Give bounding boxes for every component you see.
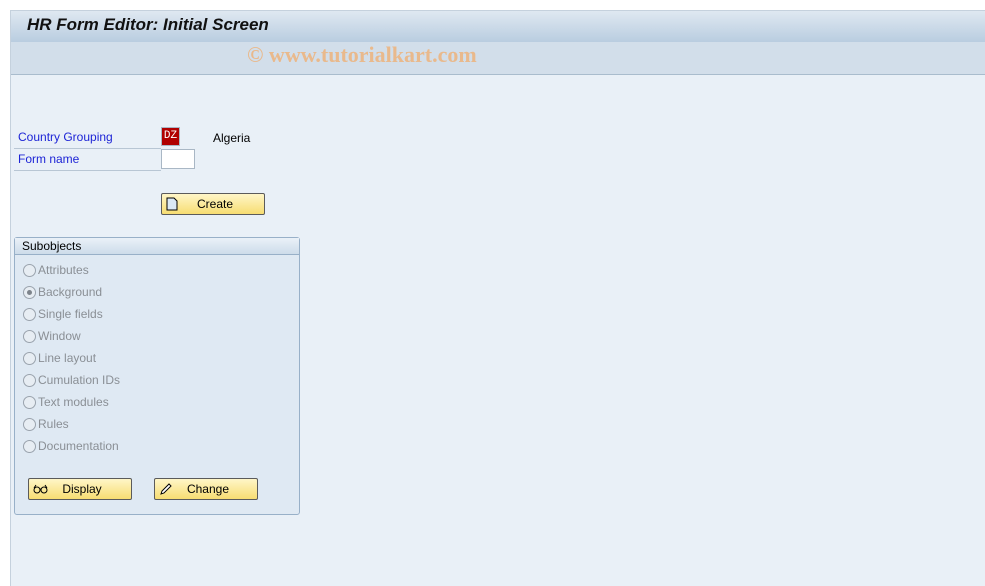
radio-circle[interactable] <box>23 417 36 431</box>
subobjects-group: Subobjects Attributes Background Single fi… <box>14 237 300 515</box>
create-button[interactable]: Create <box>161 193 265 215</box>
radio-circle[interactable] <box>23 329 36 343</box>
radio-line-layout[interactable]: Line layout <box>23 351 96 365</box>
create-button-label: Create <box>196 197 234 211</box>
radio-label: Single fields <box>38 307 103 321</box>
radio-circle[interactable] <box>23 439 36 453</box>
form-name-input[interactable] <box>161 149 195 169</box>
radio-text-modules[interactable]: Text modules <box>23 395 109 409</box>
radio-label: Attributes <box>38 263 89 277</box>
radio-rules[interactable]: Rules <box>23 417 69 431</box>
display-button[interactable]: Display <box>28 478 132 500</box>
main-window: HR Form Editor: Initial Screen © www.tut… <box>10 10 985 586</box>
radio-attributes[interactable]: Attributes <box>23 263 89 277</box>
title-bar: HR Form Editor: Initial Screen <box>11 11 985 42</box>
radio-documentation[interactable]: Documentation <box>23 439 119 453</box>
radio-circle[interactable] <box>23 395 36 409</box>
form-name-label: Form name <box>14 149 161 171</box>
page-title: HR Form Editor: Initial Screen <box>27 15 269 34</box>
radio-circle[interactable] <box>23 351 36 365</box>
radio-label: Rules <box>38 417 69 431</box>
change-button-label: Change <box>186 482 230 496</box>
watermark: © www.tutorialkart.com <box>247 42 477 67</box>
radio-single-fields[interactable]: Single fields <box>23 307 103 321</box>
country-grouping-label: Country Grouping <box>14 127 161 149</box>
country-grouping-description: Algeria <box>213 131 251 145</box>
radio-circle[interactable] <box>23 263 36 277</box>
subobjects-title: Subobjects <box>15 238 299 255</box>
pencil-icon <box>159 482 177 496</box>
radio-label: Window <box>38 329 81 343</box>
radio-label: Background <box>38 285 103 299</box>
radio-label: Text modules <box>38 395 109 409</box>
radio-background[interactable]: Background <box>23 285 102 299</box>
radio-circle[interactable] <box>23 373 36 387</box>
application-toolbar: © www.tutorialkart.com <box>11 42 985 75</box>
radio-circle[interactable] <box>23 285 36 299</box>
radio-label: Documentation <box>38 439 119 453</box>
display-button-label: Display <box>62 482 102 496</box>
document-icon <box>166 197 184 211</box>
radio-window[interactable]: Window <box>23 329 81 343</box>
radio-cumulation-ids[interactable]: Cumulation IDs <box>23 373 120 387</box>
radio-label: Cumulation IDs <box>38 373 121 387</box>
radio-circle[interactable] <box>23 307 36 321</box>
change-button[interactable]: Change <box>154 478 258 500</box>
glasses-icon <box>33 483 51 495</box>
country-grouping-input[interactable]: DZ <box>161 127 180 146</box>
radio-label: Line layout <box>38 351 97 365</box>
